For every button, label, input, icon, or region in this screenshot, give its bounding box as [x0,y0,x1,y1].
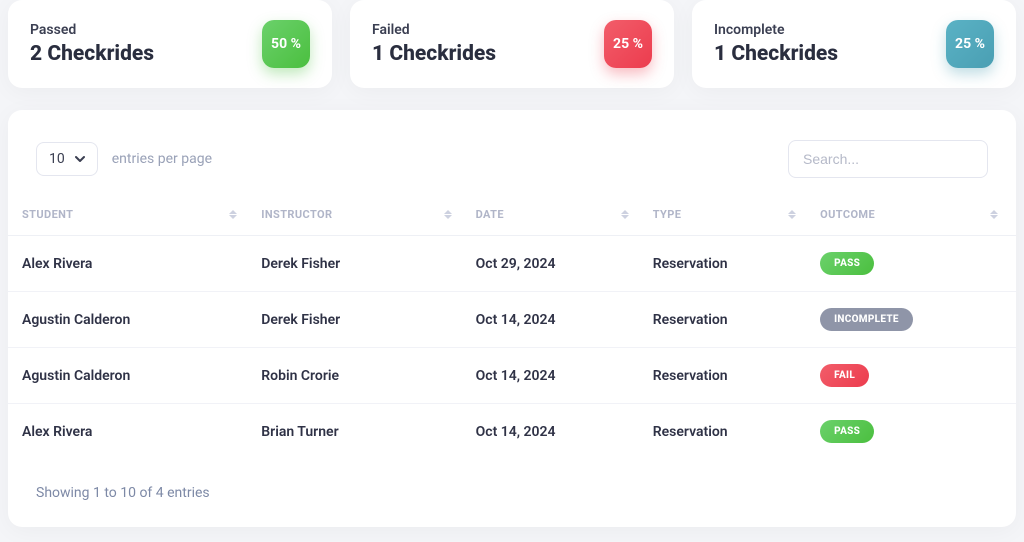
stats-row: Passed 2 Checkrides 50 % Failed 1 Checkrides… [0,0,1024,88]
cell-outcome: Incomplete [814,292,1016,348]
table-row[interactable]: Agustin CalderonDerek FisherOct 14, 2024… [8,292,1016,348]
cell-student: Agustin Calderon [8,292,255,348]
column-header-date[interactable]: Date [470,196,647,236]
page-size-value: 10 [49,151,65,167]
table-body: Alex RiveraDerek FisherOct 29, 2024Reser… [8,236,1016,460]
cell-instructor: Robin Crorie [255,348,469,404]
column-header-type[interactable]: Type [647,196,814,236]
stat-value: 1 Checkrides [714,42,838,66]
stat-label: Passed [30,22,154,38]
cell-date: Oct 14, 2024 [470,404,647,460]
sort-icon [229,210,237,219]
cell-instructor: Brian Turner [255,404,469,460]
panel-controls: 10 entries per page [8,140,1016,196]
column-header-instructor[interactable]: Instructor [255,196,469,236]
column-header-outcome[interactable]: Outcome [814,196,1016,236]
stat-label: Incomplete [714,22,838,38]
stat-percent-badge: 50 % [262,20,310,68]
cell-student: Agustin Calderon [8,348,255,404]
sort-icon [990,210,998,219]
outcome-badge: Fail [820,364,869,387]
pagination-summary: Showing 1 to 10 of 4 entries [8,459,1016,501]
cell-date: Oct 14, 2024 [470,292,647,348]
stat-card: Incomplete 1 Checkrides 25 % [692,0,1016,88]
cell-type: Reservation [647,348,814,404]
stat-label: Failed [372,22,496,38]
stat-percent-badge: 25 % [946,20,994,68]
cell-type: Reservation [647,236,814,292]
sort-icon [621,210,629,219]
table-row[interactable]: Alex RiveraDerek FisherOct 29, 2024Reser… [8,236,1016,292]
cell-date: Oct 14, 2024 [470,348,647,404]
table-row[interactable]: Alex RiveraBrian TurnerOct 14, 2024Reser… [8,404,1016,460]
outcome-badge: Pass [820,420,874,443]
outcome-badge: Pass [820,252,874,275]
cell-student: Alex Rivera [8,236,255,292]
cell-outcome: Pass [814,404,1016,460]
cell-instructor: Derek Fisher [255,236,469,292]
stat-card: Passed 2 Checkrides 50 % [8,0,332,88]
cell-type: Reservation [647,404,814,460]
cell-date: Oct 29, 2024 [470,236,647,292]
cell-outcome: Fail [814,348,1016,404]
entries-per-page-label: entries per page [112,151,212,167]
search-input[interactable] [788,140,988,178]
table-row[interactable]: Agustin CalderonRobin CrorieOct 14, 2024… [8,348,1016,404]
cell-type: Reservation [647,292,814,348]
column-header-student[interactable]: Student [8,196,255,236]
stat-percent-badge: 25 % [604,20,652,68]
page-size-controls: 10 entries per page [36,142,212,176]
cell-instructor: Derek Fisher [255,292,469,348]
page-size-select[interactable]: 10 [36,142,98,176]
chevron-down-icon [75,154,85,164]
checkrides-table: Student Instructor Date Type Outcome Ale… [8,196,1016,459]
sort-icon [444,210,452,219]
stat-value: 2 Checkrides [30,42,154,66]
cell-outcome: Pass [814,236,1016,292]
stat-value: 1 Checkrides [372,42,496,66]
cell-student: Alex Rivera [8,404,255,460]
main-panel: 10 entries per page Student Instructor D… [8,110,1016,527]
stat-card: Failed 1 Checkrides 25 % [350,0,674,88]
sort-icon [788,210,796,219]
outcome-badge: Incomplete [820,308,913,331]
